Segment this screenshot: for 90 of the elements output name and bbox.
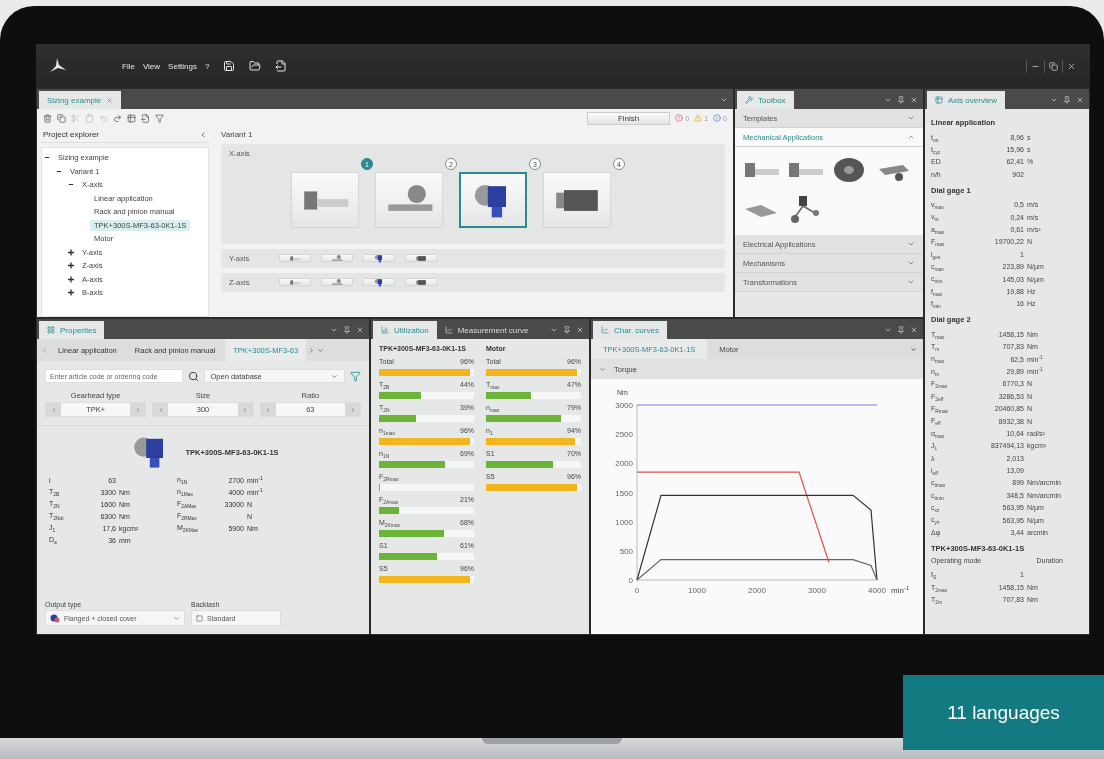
y-tick-label: 2000	[615, 459, 633, 469]
y-tick-label: 1500	[615, 488, 633, 498]
line-chart-icon	[444, 326, 453, 334]
error-icon	[675, 114, 684, 122]
copy-icon[interactable]	[57, 113, 66, 123]
delete-icon[interactable]	[43, 113, 52, 123]
chevron-down-icon	[907, 240, 915, 248]
close-icon[interactable]	[576, 326, 584, 334]
search-icon[interactable]	[187, 370, 199, 382]
restore-icon[interactable]	[1049, 61, 1058, 71]
chevron-up-icon	[907, 133, 915, 141]
explorer-title: Project explorer	[43, 130, 100, 139]
languages-badge: 11 languages	[903, 675, 1104, 750]
expand-toggle[interactable]	[68, 248, 74, 256]
y-tick-label: 0	[628, 576, 633, 585]
warning-icon	[694, 114, 703, 122]
component-tile[interactable]	[459, 172, 527, 228]
dropdown-icon[interactable]	[720, 96, 728, 104]
line-chart-icon	[601, 326, 609, 334]
pin-icon[interactable]	[1063, 96, 1071, 104]
y-tick-label: 3000	[615, 401, 633, 410]
table-icon	[935, 96, 943, 104]
close-icon[interactable]	[356, 326, 364, 334]
panel-tab[interactable]: Utilization	[373, 321, 437, 339]
finish-button[interactable]: Finish	[586, 111, 671, 125]
x-tick-label: 1000	[688, 586, 706, 595]
y-tick-label: 2500	[615, 430, 633, 440]
expand-toggle[interactable]	[68, 262, 74, 270]
dropdown-icon[interactable]	[330, 326, 338, 334]
bar-chart-icon	[381, 326, 389, 334]
pin-icon[interactable]	[897, 326, 905, 334]
collapse-icon[interactable]	[199, 130, 207, 139]
pin-icon[interactable]	[563, 326, 571, 334]
x-tick-label: 4000	[868, 586, 886, 595]
dropdown-icon[interactable]	[1050, 96, 1058, 104]
toolbox-tab[interactable]: Toolbox	[737, 91, 794, 109]
x-tick-label: 0	[634, 586, 640, 595]
curves-tab[interactable]: Char. curves	[593, 321, 667, 339]
y-tick-label: 1000	[615, 517, 633, 527]
variant-label: Variant 1	[221, 129, 254, 139]
expand-toggle[interactable]	[68, 275, 74, 283]
info-icon	[713, 114, 722, 122]
chevron-down-icon	[907, 259, 915, 267]
overview-tab[interactable]: Axis overview	[927, 91, 1005, 109]
motor-drawing	[415, 277, 428, 287]
dropdown-icon[interactable]	[550, 326, 558, 334]
close-icon[interactable]	[1076, 96, 1084, 104]
pin-icon[interactable]	[897, 96, 905, 104]
document-icon[interactable]	[141, 113, 150, 123]
grid-icon	[47, 326, 55, 334]
menu-item[interactable]: ?	[205, 61, 210, 71]
expand-toggle[interactable]	[68, 289, 74, 297]
x-tick-label: 2000	[748, 586, 766, 595]
y-tick-label: 500	[619, 546, 633, 556]
scroll-right-icon[interactable]	[308, 346, 316, 354]
redo-icon[interactable]	[113, 113, 122, 123]
dropdown-icon[interactable]	[884, 96, 892, 104]
close-icon[interactable]	[910, 326, 918, 334]
filter-icon[interactable]	[350, 370, 361, 382]
filter-icon[interactable]	[155, 113, 164, 123]
rack-pinion-drawing	[331, 253, 344, 263]
close-icon[interactable]	[1067, 61, 1076, 71]
x-tick-label: 3000	[808, 586, 826, 595]
dropdown-icon[interactable]	[910, 345, 917, 353]
linear-unit-drawing	[289, 277, 302, 287]
document-tab[interactable]: Sizing example	[39, 91, 122, 109]
chevron-down-icon	[907, 114, 915, 122]
menu-item[interactable]: Settings	[168, 61, 197, 71]
chevron-down-icon	[907, 278, 915, 286]
chevron-down-icon	[599, 365, 606, 373]
wrench-icon	[745, 96, 753, 104]
menu-item[interactable]: View	[142, 61, 161, 71]
table-icon[interactable]	[127, 113, 136, 123]
chevron-down-icon	[173, 614, 180, 622]
close-icon[interactable]	[910, 96, 918, 104]
motor-drawing	[415, 253, 428, 263]
x-axis-label: min$^{-1}$	[891, 585, 910, 595]
linear-unit-drawing	[289, 253, 302, 263]
chevron-down-icon	[331, 372, 338, 380]
rack-pinion-drawing	[331, 277, 344, 287]
menu-item[interactable]: File	[122, 61, 135, 71]
export-icon[interactable]	[275, 60, 288, 72]
save-icon[interactable]	[223, 60, 236, 72]
properties-tab[interactable]: Properties	[39, 321, 105, 339]
dropdown-icon[interactable]	[317, 346, 325, 354]
pin-icon[interactable]	[343, 326, 351, 334]
folder-icon[interactable]	[249, 60, 262, 72]
flange-icon	[50, 613, 60, 623]
panel-tab[interactable]: Measurement curve	[436, 321, 537, 339]
dropdown-icon[interactable]	[884, 326, 892, 334]
